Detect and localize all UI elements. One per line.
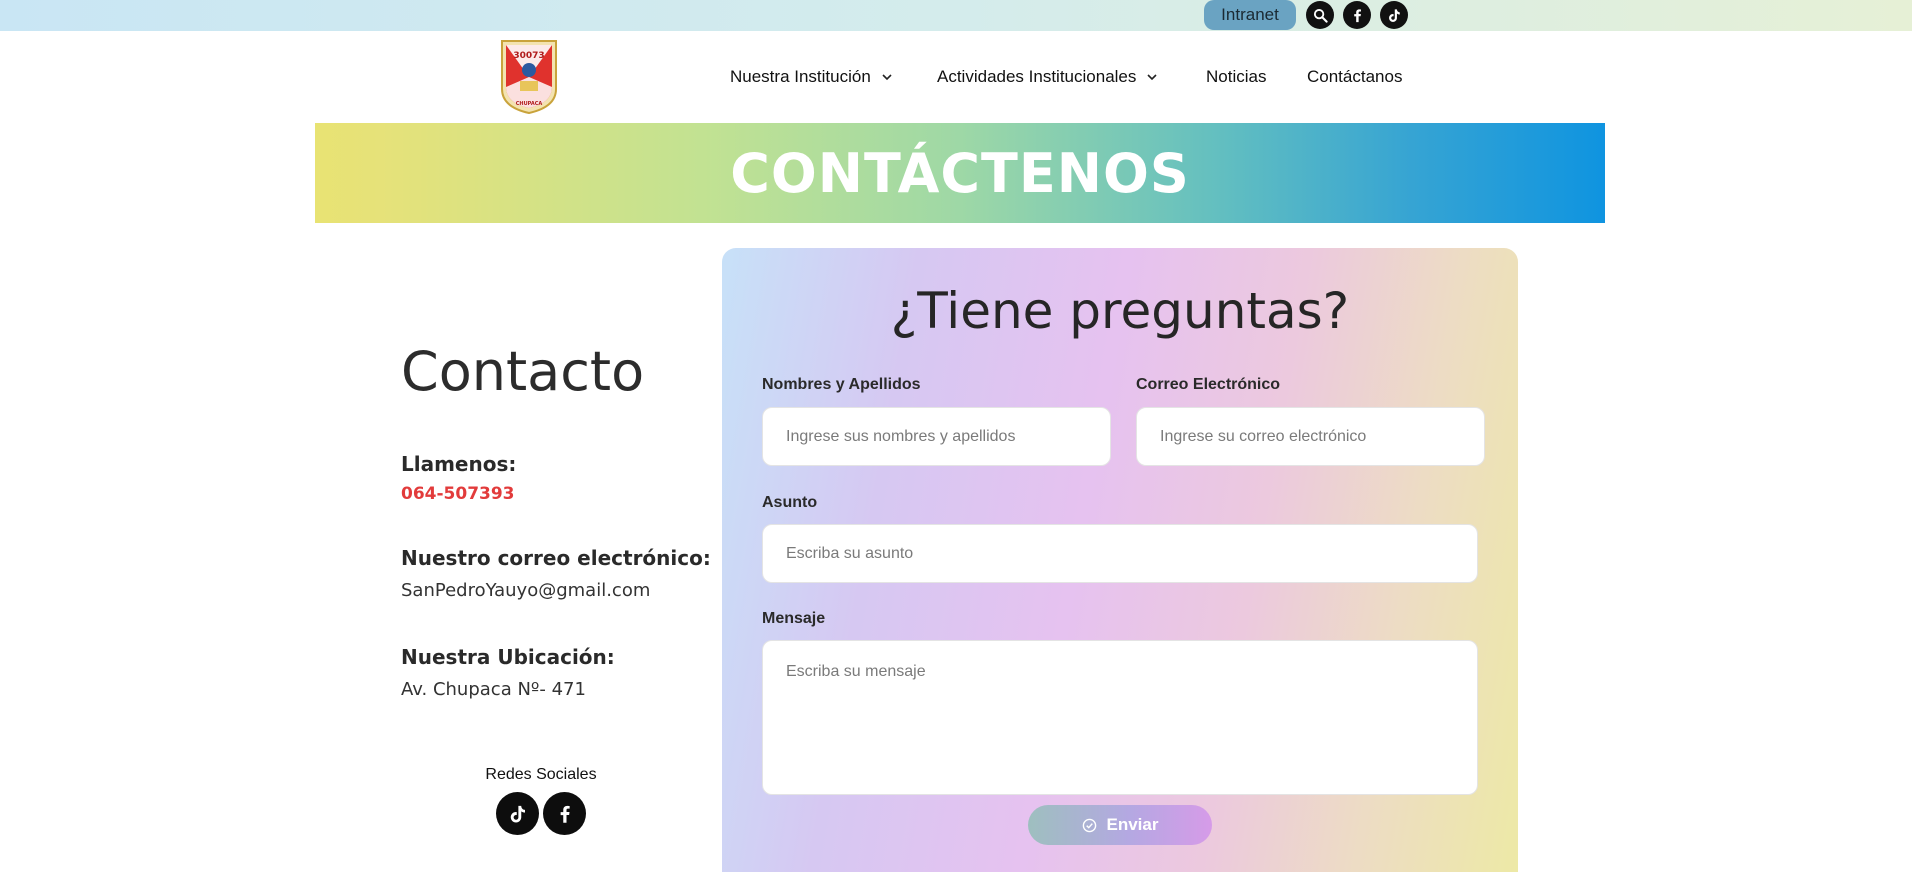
facebook-icon[interactable] [543,792,586,835]
email-field[interactable] [1136,407,1485,466]
search-icon[interactable] [1306,1,1334,29]
logo-number: 30073 [513,51,544,61]
form-title: ¿Tiene preguntas? [890,282,1350,340]
email-label: Nuestro correo electrónico: [401,546,711,570]
top-bar: Intranet [0,0,1912,31]
nav-item-label: Nuestra Institución [730,67,871,86]
phone-number[interactable]: 064-507393 [401,484,515,504]
contact-heading: Contacto [401,340,645,403]
chevron-down-icon [882,74,892,81]
subject-input[interactable] [762,524,1478,583]
nav-item-label: Noticias [1206,67,1267,86]
nav-item-label: Contáctanos [1307,67,1403,86]
phone-label: Llamenos: [401,452,517,476]
nav-item-actividades[interactable]: Actividades Institucionales [937,64,1158,90]
tiktok-icon[interactable] [1380,1,1408,29]
page-title: CONTÁCTENOS [730,141,1190,205]
location-label: Nuestra Ubicación: [401,645,615,669]
nav-item-institucion[interactable]: Nuestra Institución [730,64,893,90]
send-button-label: Enviar [1106,815,1159,834]
page-banner: CONTÁCTENOS [315,123,1605,223]
message-label: Mensaje [762,610,826,627]
name-label: Nombres y Apellidos [762,376,921,393]
intranet-button[interactable]: Intranet [1204,0,1296,30]
nav-item-noticias[interactable]: Noticias [1206,64,1266,90]
name-input[interactable] [762,407,1111,466]
check-circle-icon [1082,818,1096,832]
social-heading: Redes Sociales [485,766,597,783]
message-textarea[interactable] [762,640,1478,795]
facebook-icon[interactable] [1343,1,1371,29]
email-address[interactable]: SanPedroYauyo@gmail.com [401,580,650,601]
location-address: Av. Chupaca Nº- 471 [401,679,586,700]
chevron-down-icon [1147,74,1157,81]
tiktok-icon[interactable] [496,792,539,835]
email-field-label: Correo Electrónico [1136,376,1281,393]
school-logo[interactable]: 30073 CHUPACA [498,37,560,115]
nav-item-label: Actividades Institucionales [937,67,1137,86]
subject-label: Asunto [762,494,818,511]
nav-item-contactanos[interactable]: Contáctanos [1307,64,1402,90]
logo-caption: CHUPACA [516,101,543,107]
send-button[interactable]: Enviar [1028,805,1212,845]
